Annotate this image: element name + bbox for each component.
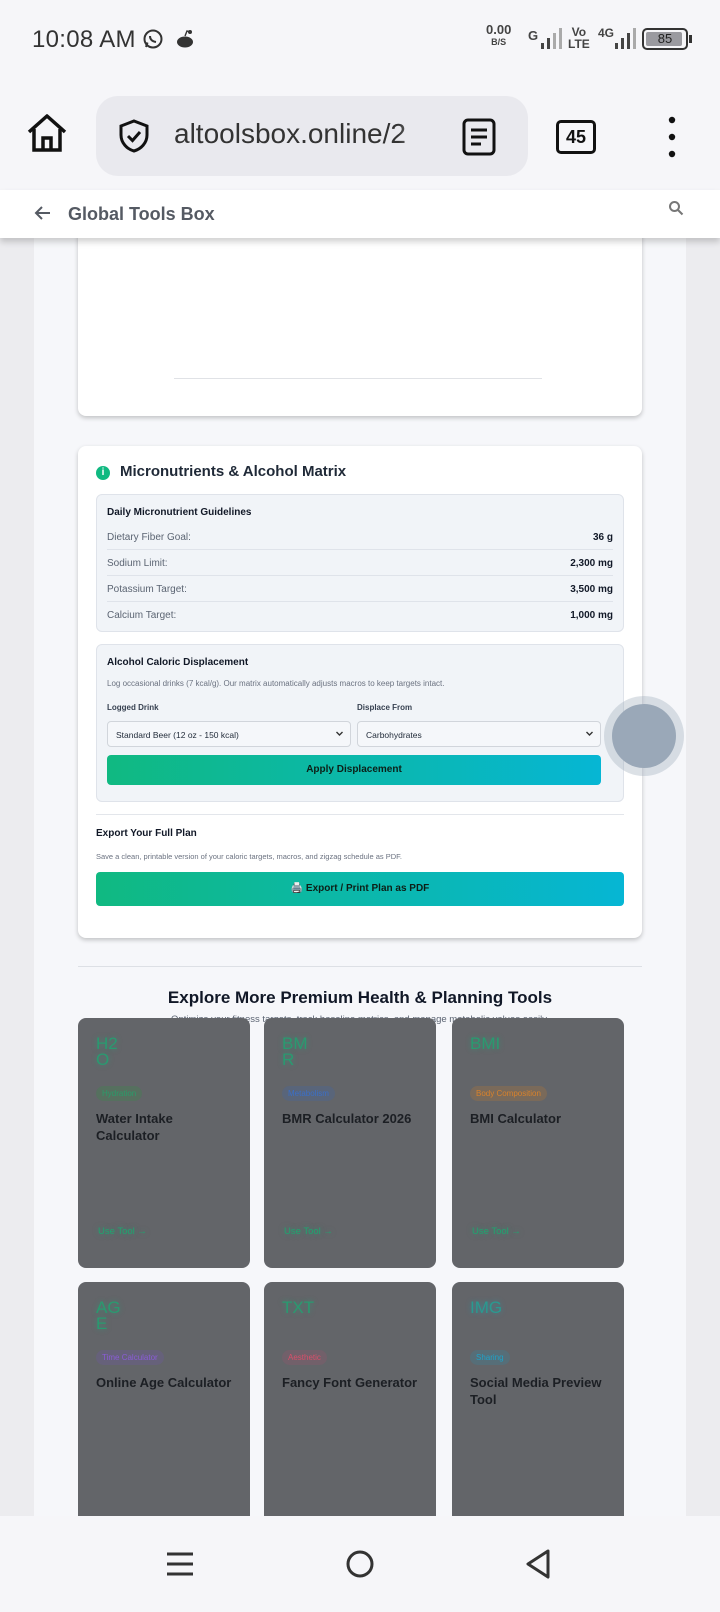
reddit-icon	[177, 30, 193, 48]
tool-name: Social Media Preview Tool	[470, 1375, 602, 1407]
tool-card-bmi[interactable]: BMI Body Composition BMI Calculator Use …	[452, 1018, 624, 1268]
net-speed-unit: B/S	[491, 37, 507, 47]
page-content: i Micronutrients & Alcohol Matrix Daily …	[0, 238, 720, 1516]
tool-card-font[interactable]: TXT Aesthetic Fancy Font Generator	[264, 1282, 436, 1516]
micronutrients-card: i Micronutrients & Alcohol Matrix Daily …	[78, 446, 642, 938]
network-g-label: G	[528, 28, 539, 43]
row-value: 1,000 mg	[570, 610, 613, 621]
alcohol-description: Log occasional drinks (7 kcal/g). Our ma…	[107, 679, 445, 688]
tool-code: BMI	[470, 1034, 501, 1053]
back-arrow-icon[interactable]	[34, 204, 52, 222]
displace-from-select[interactable]: Carbohydrates	[357, 721, 601, 747]
tool-badge: Aesthetic	[282, 1350, 327, 1365]
row-label: Calcium Target:	[107, 610, 177, 621]
volte-label: Vo LTE	[568, 26, 590, 50]
home-circle-icon[interactable]	[342, 1546, 378, 1582]
site-title[interactable]: Global Tools Box	[68, 204, 215, 225]
tool-badge: Time Calculator	[96, 1350, 164, 1365]
export-pdf-button[interactable]: 🖨️ Export / Print Plan as PDF	[96, 872, 624, 906]
tool-card-preview[interactable]: IMG Sharing Social Media Preview Tool	[452, 1282, 624, 1516]
divider	[96, 814, 624, 815]
tool-code: H2O	[96, 1034, 118, 1069]
chevron-down-icon	[336, 731, 343, 736]
shield-check-icon[interactable]	[116, 118, 152, 154]
table-row: Sodium Limit: 2,300 mg	[107, 550, 613, 576]
recent-apps-icon[interactable]	[162, 1546, 198, 1582]
logged-drink-label: Logged Drink	[107, 703, 159, 712]
chevron-down-icon	[586, 731, 593, 736]
reader-mode-icon[interactable]	[462, 118, 496, 156]
content-column: i Micronutrients & Alcohol Matrix Daily …	[34, 238, 686, 1516]
tool-badge: Body Composition	[470, 1086, 547, 1101]
tool-badge: Sharing	[470, 1350, 510, 1365]
row-label: Potassium Target:	[107, 584, 187, 595]
apply-displacement-button[interactable]: Apply Displacement	[107, 755, 601, 785]
network-4g-label: 4G	[598, 26, 615, 40]
whatsapp-icon	[143, 29, 163, 49]
more-menu-icon[interactable]	[662, 114, 682, 160]
micronutrients-title: Micronutrients & Alcohol Matrix	[120, 463, 347, 480]
battery-icon: 85	[642, 28, 692, 50]
tool-card-age[interactable]: AGE Time Calculator Online Age Calculato…	[78, 1282, 250, 1516]
previous-card	[78, 238, 642, 416]
tool-code: IMG	[470, 1298, 503, 1317]
status-bar: 10:08 AM 0.00 B/S G Vo LTE 4G 85	[0, 0, 720, 84]
tool-code: BMR	[282, 1034, 308, 1069]
net-speed-value: 0.00	[486, 22, 512, 37]
logged-drink-value: Standard Beer (12 oz - 150 kcal)	[116, 730, 239, 740]
table-row: Calcium Target: 1,000 mg	[107, 602, 613, 628]
export-description: Save a clean, printable version of your …	[96, 852, 402, 861]
logged-drink-select[interactable]: Standard Beer (12 oz - 150 kcal)	[107, 721, 351, 747]
section-divider	[78, 966, 642, 967]
search-icon[interactable]	[668, 200, 684, 216]
table-row: Potassium Target: 3,500 mg	[107, 576, 613, 602]
row-value: 3,500 mg	[570, 584, 613, 595]
info-icon: i	[96, 466, 110, 480]
tool-name: BMI Calculator	[470, 1111, 562, 1126]
use-tool-link[interactable]: Use Tool →	[98, 1226, 147, 1237]
tool-card-water[interactable]: H2O Hydration Water Intake Calculator Us…	[78, 1018, 250, 1268]
signal-icon	[541, 28, 562, 49]
scroll-handle[interactable]	[612, 704, 676, 768]
signal-icon-2	[615, 28, 636, 49]
home-icon[interactable]	[24, 110, 70, 156]
battery-level: 85	[657, 31, 673, 46]
displace-from-value: Carbohydrates	[366, 730, 422, 740]
use-tool-link[interactable]: Use Tool →	[284, 1226, 333, 1237]
net-speed: 0.00 B/S	[486, 22, 512, 48]
volte-bottom: LTE	[568, 37, 590, 51]
tool-name: Fancy Font Generator	[282, 1375, 418, 1390]
explore-title: Explore More Premium Health & Planning T…	[167, 988, 553, 1007]
tool-name: Online Age Calculator	[96, 1375, 232, 1390]
site-header: Global Tools Box	[0, 190, 720, 238]
chart-baseline	[174, 378, 542, 379]
url-fade	[398, 96, 438, 176]
tool-code: AGE	[96, 1298, 121, 1333]
row-value: 36 g	[592, 532, 613, 543]
export-title: Export Your Full Plan	[96, 828, 197, 839]
row-value: 2,300 mg	[570, 558, 613, 569]
table-row: Dietary Fiber Goal: 36 g	[107, 524, 613, 550]
browser-toolbar: altoolsbox.online/2 45	[0, 84, 720, 190]
row-label: Dietary Fiber Goal:	[107, 532, 191, 543]
use-tool-link[interactable]: Use Tool →	[472, 1226, 521, 1237]
alcohol-title: Alcohol Caloric Displacement	[107, 657, 249, 668]
back-triangle-icon[interactable]	[520, 1546, 556, 1582]
row-label: Sodium Limit:	[107, 558, 168, 569]
guidelines-panel: Daily Micronutrient Guidelines Dietary F…	[96, 494, 624, 632]
tool-card-bmr[interactable]: BMR Metabolism BMR Calculator 2026 Use T…	[264, 1018, 436, 1268]
guidelines-title: Daily Micronutrient Guidelines	[107, 507, 252, 518]
address-bar[interactable]: altoolsbox.online/2	[96, 96, 528, 176]
tool-badge: Hydration	[96, 1086, 143, 1101]
alcohol-panel: Alcohol Caloric Displacement Log occasio…	[96, 644, 624, 802]
tool-name: BMR Calculator 2026	[282, 1111, 412, 1126]
system-nav-bar	[0, 1516, 720, 1612]
tab-switcher-button[interactable]: 45	[556, 120, 596, 154]
url-text[interactable]: altoolsbox.online/2	[174, 118, 406, 150]
tool-code: TXT	[282, 1298, 315, 1317]
tool-badge: Metabolism	[282, 1086, 335, 1101]
displace-from-label: Displace From	[357, 703, 413, 712]
tool-name: Water Intake Calculator	[96, 1111, 173, 1143]
clock: 10:08 AM	[32, 26, 136, 53]
